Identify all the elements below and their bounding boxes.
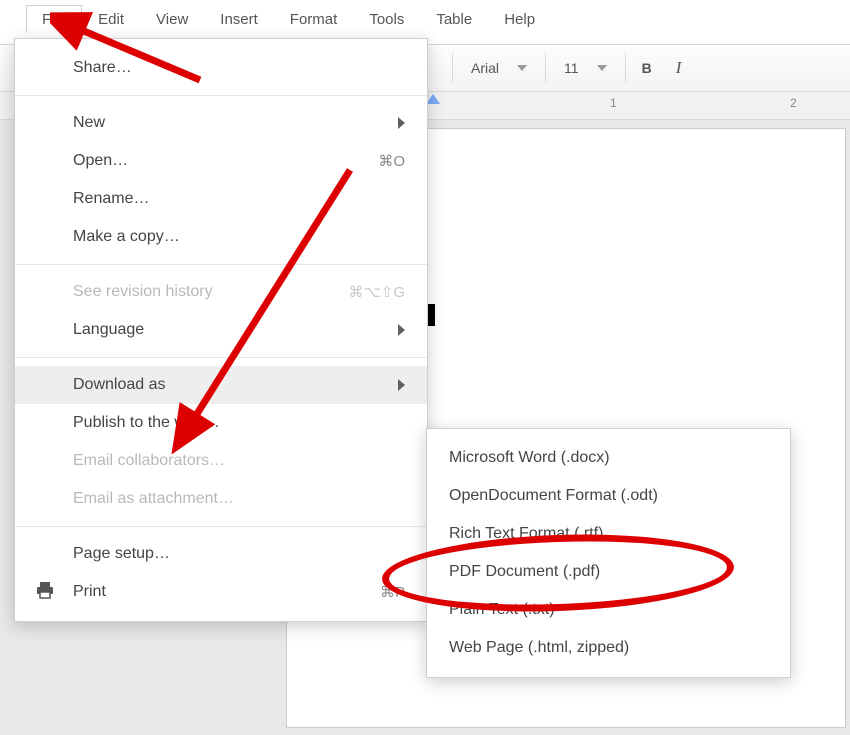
menu-separator <box>15 264 427 265</box>
menu-shortcut: ⌘P <box>380 583 405 601</box>
print-icon <box>35 581 55 604</box>
menu-item-label: New <box>73 114 105 132</box>
download-html[interactable]: Web Page (.html, zipped) <box>427 629 790 667</box>
download-as-submenu: Microsoft Word (.docx) OpenDocument Form… <box>426 428 791 678</box>
menu-item-download-as[interactable]: Download as <box>15 366 427 404</box>
ruler-mark: 2 <box>790 96 797 110</box>
text-cursor <box>428 304 435 326</box>
menu-item-share[interactable]: Share… <box>15 49 427 87</box>
chevron-right-icon <box>398 379 405 391</box>
menu-item-label: Open… <box>73 152 128 170</box>
menu-separator <box>15 95 427 96</box>
font-select[interactable]: Arial <box>457 45 541 91</box>
toolbar-separator <box>545 53 546 83</box>
menu-item-label: Download as <box>73 376 166 394</box>
menu-table[interactable]: Table <box>420 5 488 34</box>
menu-item-label: Publish to the web… <box>73 414 220 432</box>
menu-help[interactable]: Help <box>488 5 551 34</box>
menu-item-print[interactable]: Print ⌘P <box>15 573 427 611</box>
ruler-indent-marker[interactable] <box>426 94 440 104</box>
download-pdf[interactable]: PDF Document (.pdf) <box>427 553 790 591</box>
menu-shortcut: ⌘⌥⇧G <box>348 283 405 301</box>
menu-separator <box>15 357 427 358</box>
menu-item-label: Email as attachment… <box>73 490 234 508</box>
menu-item-email-attachment: Email as attachment… <box>15 480 427 518</box>
menu-item-publish-web[interactable]: Publish to the web… <box>15 404 427 442</box>
menu-item-label: Language <box>73 321 144 339</box>
menu-format[interactable]: Format <box>274 5 354 34</box>
toolbar-separator <box>625 53 626 83</box>
chevron-right-icon <box>398 117 405 129</box>
file-menu-dropdown: Share… New Open… ⌘O Rename… Make a copy…… <box>14 38 428 622</box>
font-name-label: Arial <box>471 60 499 76</box>
menu-item-label: See revision history <box>73 283 213 301</box>
chevron-down-icon <box>597 65 607 71</box>
menu-item-label: Print <box>73 583 106 601</box>
download-txt[interactable]: Plain Text (.txt) <box>427 591 790 629</box>
menu-item-label: Rename… <box>73 190 149 208</box>
menu-item-label: Share… <box>73 59 132 77</box>
menu-separator <box>15 526 427 527</box>
menu-item-open[interactable]: Open… ⌘O <box>15 142 427 180</box>
menu-view[interactable]: View <box>140 5 204 34</box>
toolbar-separator <box>452 53 453 83</box>
menu-bar: File Edit View Insert Format Tools Table… <box>0 0 850 38</box>
ruler-mark: 1 <box>610 96 617 110</box>
menu-item-email-collaborators: Email collaborators… <box>15 442 427 480</box>
menu-insert[interactable]: Insert <box>204 5 274 34</box>
menu-tools[interactable]: Tools <box>353 5 420 34</box>
menu-item-revision-history: See revision history ⌘⌥⇧G <box>15 273 427 311</box>
menu-item-page-setup[interactable]: Page setup… <box>15 535 427 573</box>
font-size-select[interactable]: 11 <box>550 45 621 91</box>
menu-edit[interactable]: Edit <box>82 5 140 34</box>
menu-file[interactable]: File <box>26 5 82 33</box>
menu-item-label: Email collaborators… <box>73 452 225 470</box>
menu-item-language[interactable]: Language <box>15 311 427 349</box>
menu-item-new[interactable]: New <box>15 104 427 142</box>
chevron-right-icon <box>398 324 405 336</box>
menu-item-make-copy[interactable]: Make a copy… <box>15 218 427 256</box>
download-rtf[interactable]: Rich Text Format (.rtf) <box>427 515 790 553</box>
download-docx[interactable]: Microsoft Word (.docx) <box>427 439 790 477</box>
font-size-label: 11 <box>564 60 579 76</box>
menu-item-rename[interactable]: Rename… <box>15 180 427 218</box>
menu-item-label: Page setup… <box>73 545 170 563</box>
bold-button[interactable]: B <box>630 45 664 91</box>
menu-item-label: Make a copy… <box>73 228 180 246</box>
chevron-down-icon <box>517 65 527 71</box>
italic-button[interactable]: I <box>664 45 694 91</box>
menu-shortcut: ⌘O <box>378 152 405 170</box>
download-odt[interactable]: OpenDocument Format (.odt) <box>427 477 790 515</box>
